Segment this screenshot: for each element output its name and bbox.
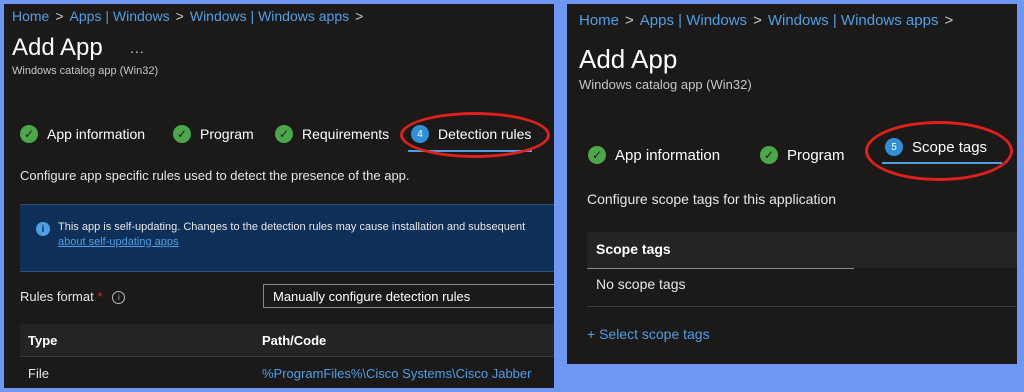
required-marker: * [97, 289, 103, 304]
self-updating-link[interactable]: about self-updating apps [58, 236, 178, 248]
rules-format-value: Manually configure detection rules [273, 288, 471, 304]
tab-program[interactable]: ✓ Program [173, 125, 254, 143]
chevron-right-icon: > [355, 8, 364, 24]
breadcrumb: Home > Apps | Windows > Windows | Windows ap… [12, 8, 369, 24]
section-description: Configure app specific rules used to det… [20, 168, 410, 183]
tab-label: Program [787, 146, 845, 164]
rules-format-dropdown[interactable]: Manually configure detection rules [263, 284, 554, 308]
chevron-right-icon: > [625, 12, 634, 29]
table-divider [587, 268, 854, 269]
breadcrumb: Home > Apps | Windows > Windows | Windows ap… [579, 12, 959, 29]
table-divider [587, 306, 1017, 307]
page-title: Add App [12, 34, 103, 61]
breadcrumb-home[interactable]: Home [12, 8, 49, 24]
check-circle-icon: ✓ [275, 125, 293, 143]
tab-requirements[interactable]: ✓ Requirements [275, 125, 389, 143]
tab-program[interactable]: ✓ Program [760, 146, 845, 164]
tooltip-icon[interactable]: i [112, 291, 126, 305]
table-divider [20, 356, 554, 357]
info-icon: i [36, 222, 50, 236]
rules-format-label: Rules format * i [20, 289, 126, 305]
tab-app-information[interactable]: ✓ App information [588, 146, 720, 164]
empty-scope-tags: No scope tags [596, 276, 686, 292]
left-panel: Home > Apps | Windows > Windows | Windows ap… [4, 4, 554, 388]
self-updating-banner: i This app is self-updating. Changes to … [20, 204, 554, 272]
row-path-cell[interactable]: %ProgramFiles%\Cisco Systems\Cisco Jabbe… [262, 366, 531, 381]
tab-label: Requirements [302, 126, 390, 142]
breadcrumb-windows-apps[interactable]: Windows | Windows apps [190, 8, 349, 24]
breadcrumb-apps-windows[interactable]: Apps | Windows [640, 12, 747, 29]
right-panel: Home > Apps | Windows > Windows | Windows ap… [567, 4, 1017, 364]
check-circle-icon: ✓ [173, 125, 191, 143]
rules-format-text: Rules format [20, 289, 94, 304]
annotation-ellipse [865, 121, 1013, 181]
chevron-right-icon: > [175, 8, 184, 24]
page-subtitle: Windows catalog app (Win32) [579, 77, 752, 92]
chevron-right-icon: > [944, 12, 954, 29]
breadcrumb-windows-apps[interactable]: Windows | Windows apps [768, 12, 939, 29]
annotation-ellipse [400, 112, 550, 158]
row-type-cell: File [28, 366, 49, 381]
check-circle-icon: ✓ [588, 146, 606, 164]
banner-text: This app is self-updating. Changes to th… [58, 221, 526, 233]
chevron-right-icon: > [55, 8, 64, 24]
tab-label: Program [200, 126, 254, 142]
column-header-type: Type [28, 333, 58, 348]
tab-app-information[interactable]: ✓ App information [20, 125, 145, 143]
chevron-right-icon: > [753, 12, 762, 29]
section-description: Configure scope tags for this applicatio… [587, 191, 837, 207]
page-subtitle: Windows catalog app (Win32) [12, 65, 159, 77]
column-header-path: Path/Code [262, 333, 327, 348]
breadcrumb-home[interactable]: Home [579, 12, 619, 29]
select-scope-tags-link[interactable]: + Select scope tags [587, 326, 710, 342]
check-circle-icon: ✓ [760, 146, 778, 164]
tab-label: App information [615, 146, 721, 164]
tab-label: App information [47, 126, 146, 142]
column-header-scope-tags: Scope tags [596, 241, 671, 257]
more-icon[interactable]: ... [130, 40, 145, 56]
check-circle-icon: ✓ [20, 125, 38, 143]
breadcrumb-apps-windows[interactable]: Apps | Windows [70, 8, 170, 24]
page-title: Add App [579, 44, 678, 74]
